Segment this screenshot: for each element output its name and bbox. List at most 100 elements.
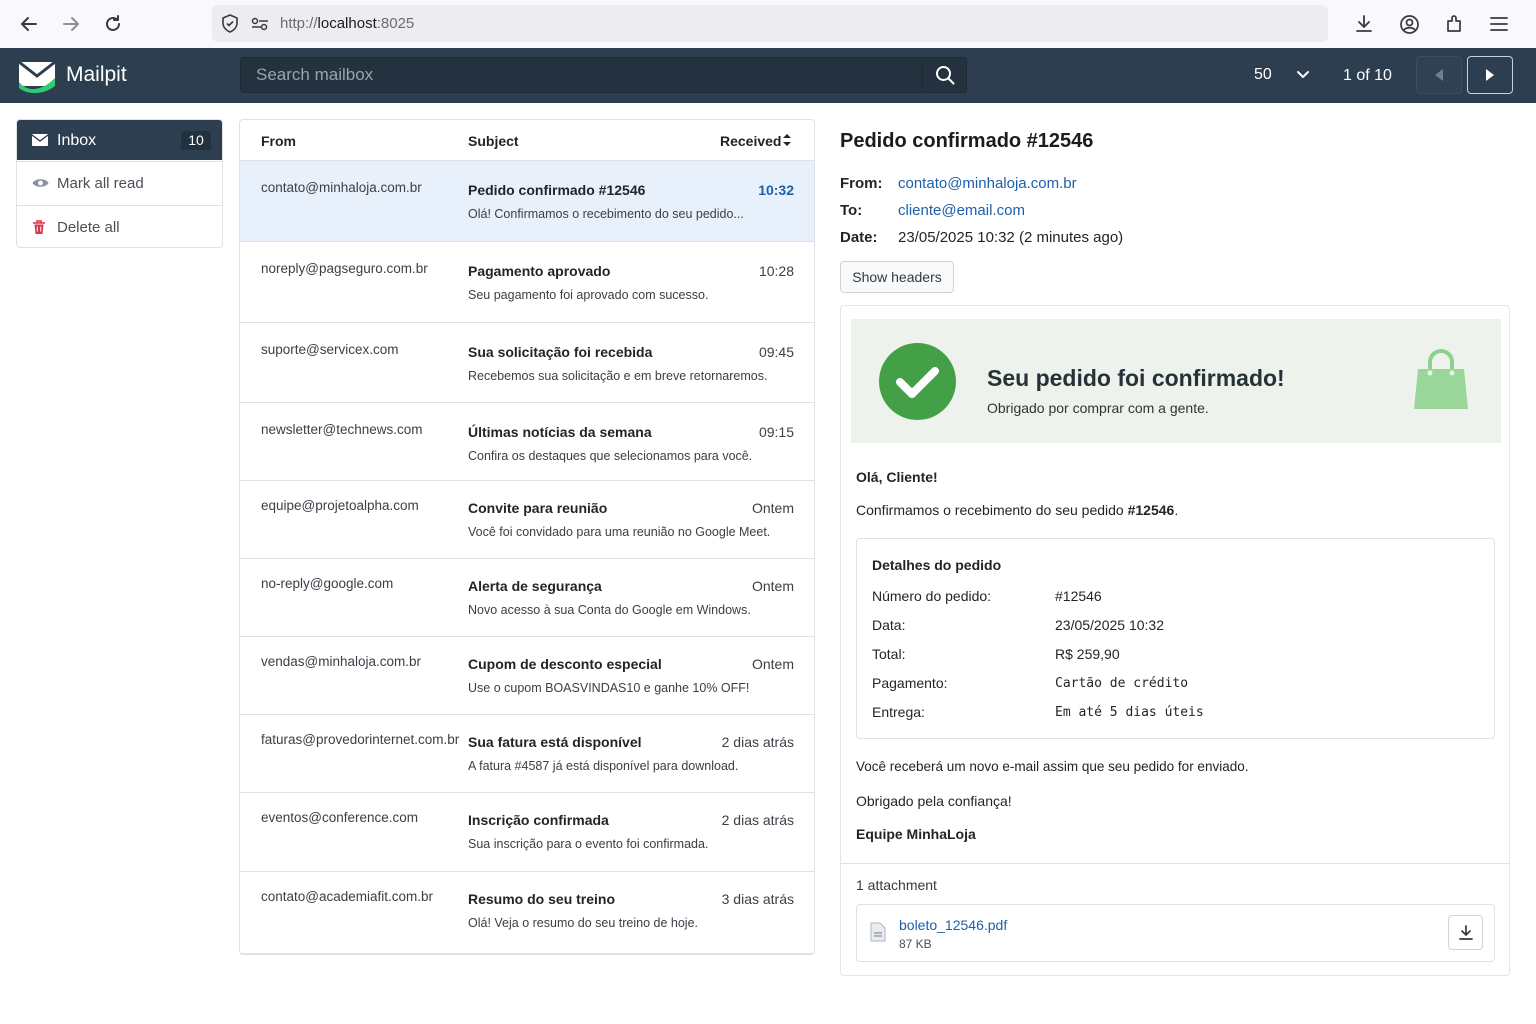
attachment-link[interactable]: boleto_12546.pdf xyxy=(899,917,1007,933)
address-bar[interactable]: http://localhost:8025 xyxy=(212,5,1328,42)
message-subject: Convite para reunião xyxy=(468,500,608,516)
signature: Equipe MinhaLoja xyxy=(856,826,976,842)
message-row[interactable]: suporte@servicex.com Sua solicitação foi … xyxy=(240,323,814,403)
message-time: 10:32 xyxy=(758,182,794,198)
sidebar-item-label: Inbox xyxy=(57,132,97,149)
details-title: Detalhes do pedido xyxy=(872,557,1002,573)
column-received[interactable]: Received xyxy=(720,133,781,149)
connection-info-icon[interactable] xyxy=(250,16,270,37)
confirmation-text: Confirmamos o recebimento do seu pedido … xyxy=(856,502,1179,518)
message-from: equipe@projetoalpha.com xyxy=(261,498,419,513)
search-input[interactable] xyxy=(241,58,922,92)
mark-all-read-button[interactable]: Mark all read xyxy=(17,161,222,204)
sort-icon[interactable] xyxy=(782,133,792,150)
message-from: vendas@minhaloja.com.br xyxy=(261,654,422,669)
per-page-select[interactable]: 50 xyxy=(1240,57,1320,93)
mailpit-logo-icon[interactable] xyxy=(16,56,58,94)
message-from: suporte@servicex.com xyxy=(261,342,399,357)
greeting: Olá, Cliente! xyxy=(856,469,938,485)
shield-icon[interactable] xyxy=(221,14,239,38)
trash-icon xyxy=(32,220,46,239)
menu-icon[interactable] xyxy=(1487,12,1511,36)
banner-subtitle: Obrigado por comprar com a gente. xyxy=(987,400,1209,416)
email-body-frame: Seu pedido foi confirmado! Obrigado por … xyxy=(840,305,1510,976)
message-row[interactable]: faturas@provedorinternet.com.br Sua fatur… xyxy=(240,715,814,793)
confirmation-banner: Seu pedido foi confirmado! Obrigado por … xyxy=(851,319,1501,443)
message-time: 2 dias atrás xyxy=(721,734,794,750)
detail-label: Número do pedido: xyxy=(872,588,992,604)
sidebar-item-inbox[interactable]: Inbox 10 xyxy=(17,120,222,160)
detail-value: 23/05/2025 10:32 xyxy=(1055,617,1164,633)
caret-left-icon xyxy=(1435,69,1443,81)
from-address-link[interactable]: contato@minhaloja.com.br xyxy=(898,175,1077,192)
message-snippet: Seu pagamento foi aprovado com sucesso. xyxy=(468,288,709,302)
delete-all-button[interactable]: Delete all xyxy=(17,205,222,247)
message-from: eventos@conference.com xyxy=(261,810,419,825)
message-row[interactable]: contato@minhaloja.com.br Pedido confirmad… xyxy=(240,161,814,242)
extensions-icon[interactable] xyxy=(1442,12,1466,36)
message-row[interactable]: vendas@minhaloja.com.br Cupom de desconto… xyxy=(240,637,814,715)
from-label: From: xyxy=(840,175,883,192)
message-snippet: Sua inscrição para o evento foi confirma… xyxy=(468,837,709,851)
attachment-card[interactable]: boleto_12546.pdf 87 KB xyxy=(856,904,1495,962)
date-label: Date: xyxy=(840,229,878,246)
message-row[interactable]: equipe@projetoalpha.com Convite para reun… xyxy=(240,481,814,559)
message-subject: Cupom de desconto especial xyxy=(468,656,662,672)
download-icon[interactable] xyxy=(1352,12,1376,36)
message-snippet: Olá! Veja o resumo do seu treino de hoje… xyxy=(468,916,699,930)
order-details-box: Detalhes do pedido Número do pedido: #125… xyxy=(856,538,1495,739)
message-from: newsletter@technews.com xyxy=(261,422,423,437)
attachment-download-button[interactable] xyxy=(1448,915,1483,950)
message-from: contato@minhaloja.com.br xyxy=(261,180,422,195)
attachment-size: 87 KB xyxy=(899,937,932,951)
to-address-link[interactable]: cliente@email.com xyxy=(898,202,1025,219)
message-subject: Últimas notícias da semana xyxy=(468,424,652,440)
message-subject: Sua solicitação foi recebida xyxy=(468,344,653,360)
message-time: 09:15 xyxy=(758,424,794,440)
message-list: From Subject Received contato@minhaloja.… xyxy=(239,119,815,955)
reload-icon[interactable] xyxy=(101,12,125,36)
message-subject: Pedido confirmado #12546 xyxy=(468,182,646,198)
url-text: http://localhost:8025 xyxy=(280,15,415,32)
message-title: Pedido confirmado #12546 xyxy=(840,130,1094,152)
message-time: 3 dias atrás xyxy=(721,891,794,907)
page-info: 1 of 10 xyxy=(1343,67,1392,84)
message-snippet: Novo acesso à sua Conta do Google em Win… xyxy=(468,603,751,617)
show-headers-button[interactable]: Show headers xyxy=(840,261,954,293)
message-row[interactable]: newsletter@technews.com Últimas notícias … xyxy=(240,403,814,481)
detail-value: #12546 xyxy=(1055,588,1102,604)
message-subject: Pagamento aprovado xyxy=(468,263,611,279)
sidebar-item-label: Mark all read xyxy=(57,175,144,192)
app-header: Mailpit 50 1 of 10 xyxy=(0,48,1536,103)
message-time: Ontem xyxy=(751,578,794,594)
column-subject[interactable]: Subject xyxy=(468,133,519,149)
app-name[interactable]: Mailpit xyxy=(66,63,127,87)
detail-value: Em até 5 dias úteis xyxy=(1055,705,1204,720)
message-snippet: Olá! Confirmamos o recebimento do seu pe… xyxy=(468,207,744,221)
detail-value: R$ 259,90 xyxy=(1055,646,1120,662)
message-row[interactable]: eventos@conference.com Inscrição confirma… xyxy=(240,793,814,872)
detail-label: Entrega: xyxy=(872,704,925,720)
divider xyxy=(841,863,1509,864)
sidebar: Inbox 10 Mark all read Delete all xyxy=(16,119,223,248)
order-number: #12546 xyxy=(1127,502,1175,518)
search-button[interactable] xyxy=(923,57,967,93)
search-box[interactable] xyxy=(240,57,923,93)
inbox-count-badge: 10 xyxy=(181,131,211,150)
forward-arrow-icon[interactable] xyxy=(59,12,83,36)
previous-page-button[interactable] xyxy=(1416,56,1462,94)
next-page-button[interactable] xyxy=(1467,56,1513,94)
message-row[interactable]: no-reply@google.com Alerta de segurança On… xyxy=(240,559,814,637)
download-icon xyxy=(1458,924,1473,940)
message-from: noreply@pagseguro.com.br xyxy=(261,261,428,276)
message-row[interactable]: noreply@pagseguro.com.br Pagamento aprova… xyxy=(240,242,814,323)
message-subject: Resumo do seu treino xyxy=(468,891,616,907)
message-row[interactable]: contato@academiafit.com.br Resumo do seu … xyxy=(240,872,814,954)
column-from[interactable]: From xyxy=(261,133,296,149)
detail-value: Cartão de crédito xyxy=(1055,676,1189,691)
search-icon xyxy=(935,66,954,85)
account-icon[interactable] xyxy=(1397,12,1421,36)
back-arrow-icon[interactable] xyxy=(17,12,41,36)
message-snippet: Confira os destaques que selecionamos pa… xyxy=(468,449,753,463)
per-page-value: 50 xyxy=(1254,66,1272,83)
